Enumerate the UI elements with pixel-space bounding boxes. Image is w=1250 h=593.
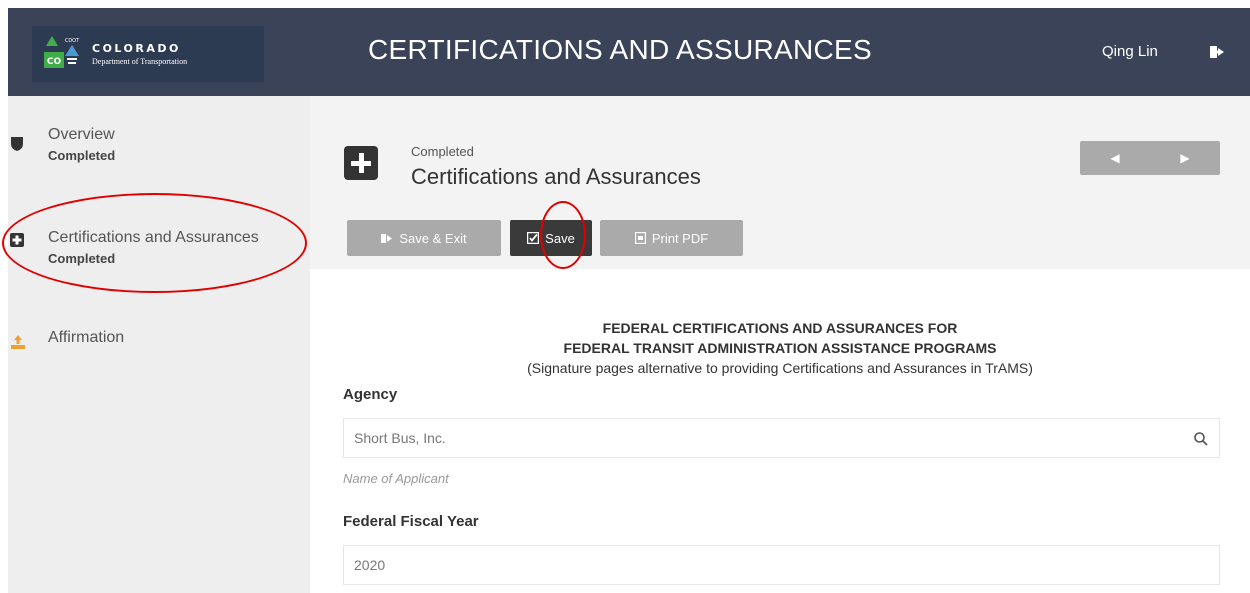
section-status: Completed	[411, 144, 474, 159]
page-title: CERTIFICATIONS AND ASSURANCES	[368, 34, 872, 65]
heading-line-1: FEDERAL CERTIFICATIONS AND ASSURANCES FO…	[602, 320, 958, 336]
fiscal-year-value: 2020	[354, 557, 386, 573]
check-square-icon	[527, 232, 540, 244]
save-highlight-annotation	[540, 201, 586, 269]
save-exit-button[interactable]: Save & Exit	[347, 220, 501, 256]
section-title: Certifications and Assurances	[411, 164, 701, 189]
print-pdf-label: Print PDF	[651, 230, 709, 246]
top-header-bar: CO CDOT COLORADO Department of Transport…	[8, 8, 1250, 96]
fiscal-year-label: Federal Fiscal Year	[343, 513, 479, 530]
document-heading: FEDERAL CERTIFICATIONS AND ASSURANCES FO…	[310, 318, 1250, 378]
agency-label: Agency	[343, 386, 398, 403]
sidebar-item-label: Overview	[48, 126, 115, 143]
sidebar-item-status: Completed	[48, 148, 116, 163]
print-pdf-button[interactable]: Print PDF	[600, 220, 743, 256]
svg-text:CO: CO	[47, 57, 62, 67]
section-pager: ◀ ▶	[1080, 141, 1220, 175]
colorado-logo-icon: CO CDOT	[42, 34, 82, 74]
sidebar-item-label: Affirmation	[48, 329, 125, 346]
heading-line-2: FEDERAL TRANSIT ADMINISTRATION ASSISTANC…	[563, 340, 997, 356]
sidebar-highlight-annotation	[2, 193, 307, 293]
download-tray-icon	[10, 334, 26, 352]
file-pdf-icon	[634, 232, 646, 244]
section-header: Completed Certifications and Assurances …	[310, 96, 1250, 269]
sign-out-icon[interactable]	[1209, 44, 1225, 60]
agency-helper-text: Name of Applicant	[343, 471, 449, 486]
chevron-right-icon[interactable]: ▶	[1180, 151, 1189, 165]
logo-title: COLORADO	[92, 42, 181, 55]
fiscal-year-field[interactable]: 2020	[343, 545, 1220, 585]
agency-field[interactable]: Short Bus, Inc.	[343, 418, 1220, 458]
logo-subtitle: Department of Transportation	[92, 57, 188, 66]
chevron-left-icon[interactable]: ◀	[1110, 151, 1119, 165]
sign-out-icon	[381, 233, 393, 243]
cdot-logo[interactable]: CO CDOT COLORADO Department of Transport…	[32, 26, 264, 82]
sidebar-item-affirmation[interactable]: Affirmation	[8, 329, 310, 359]
agency-value: Short Bus, Inc.	[354, 430, 446, 446]
shield-icon	[10, 136, 26, 154]
search-icon[interactable]	[1193, 431, 1209, 447]
plus-square-icon	[344, 146, 378, 180]
sidebar-item-overview[interactable]: Overview Completed	[8, 126, 310, 176]
heading-subtitle: (Signature pages alternative to providin…	[527, 360, 1033, 376]
sidebar-nav: Overview Completed Certifications and As…	[8, 96, 310, 593]
save-exit-label: Save & Exit	[399, 230, 467, 246]
user-name-link[interactable]: Qing Lin	[1102, 43, 1158, 60]
svg-text:CDOT: CDOT	[65, 38, 80, 44]
